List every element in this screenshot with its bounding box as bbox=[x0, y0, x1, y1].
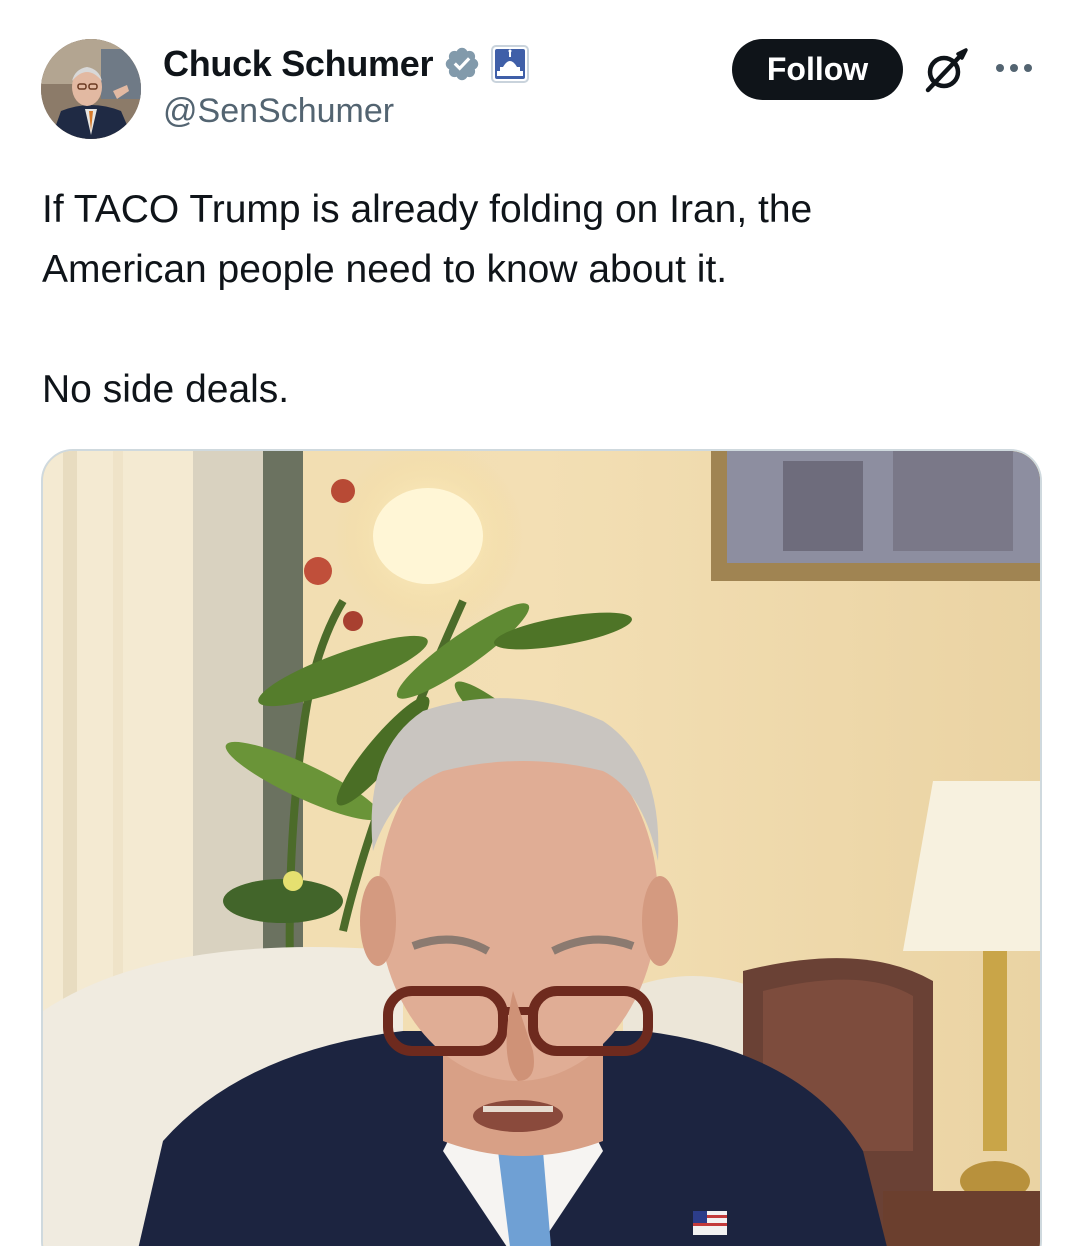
author-handle[interactable]: @SenSchumer bbox=[163, 92, 394, 131]
video-thumbnail[interactable] bbox=[41, 449, 1042, 1246]
author-display-name[interactable]: Chuck Schumer bbox=[163, 43, 433, 85]
avatar[interactable] bbox=[41, 39, 141, 139]
tweet-card: Chuck Schumer @SenSchumer Follow If TACO… bbox=[0, 0, 1079, 1246]
tweet-text-line-1: If TACO Trump is already folding on Iran… bbox=[42, 188, 813, 231]
more-options-icon[interactable] bbox=[994, 52, 1034, 84]
grok-icon[interactable] bbox=[922, 46, 970, 94]
verified-badge-icon[interactable] bbox=[443, 45, 481, 83]
profile-photo bbox=[41, 39, 141, 139]
tweet-text-line-2: American people need to know about it. bbox=[42, 248, 728, 291]
tweet-text-line-3: No side deals. bbox=[42, 368, 290, 411]
tweet-text: If TACO Trump is already folding on Iran… bbox=[42, 180, 1022, 420]
author-name-row: Chuck Schumer bbox=[163, 42, 530, 86]
follow-button[interactable]: Follow bbox=[732, 39, 903, 100]
video-frame-image bbox=[43, 451, 1040, 1246]
capitol-building-icon[interactable] bbox=[491, 45, 530, 83]
